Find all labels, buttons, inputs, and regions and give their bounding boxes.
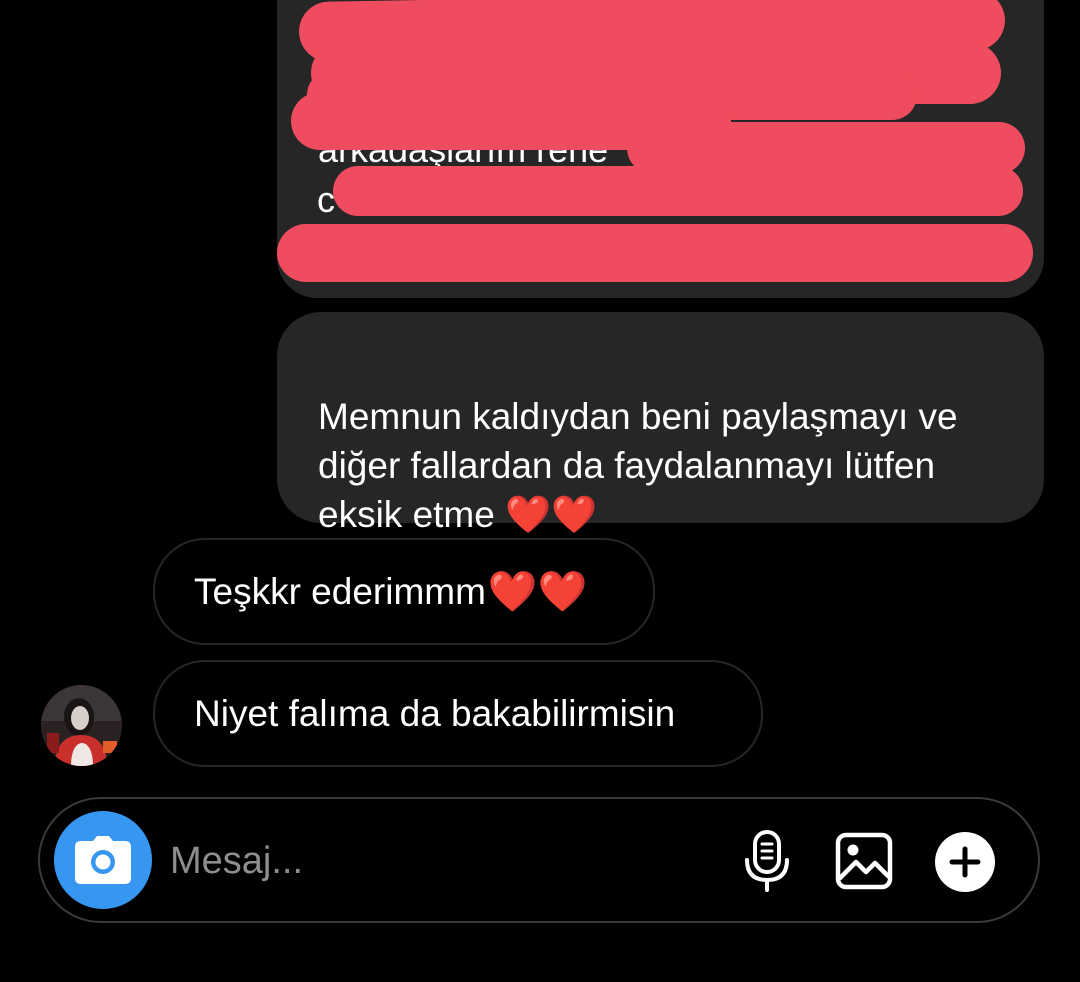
avatar-photo [41, 685, 122, 766]
plus-icon [935, 832, 995, 892]
sender-avatar[interactable] [41, 685, 122, 766]
message-composer [38, 797, 1040, 923]
redacted-message-bubble[interactable]: arkadaşlarım rene c [277, 0, 1044, 298]
microphone-icon [745, 830, 789, 892]
redaction-scribble [277, 224, 1033, 282]
incoming-message-text: Niyet falıma da bakabilirmisin [194, 692, 676, 734]
camera-icon [75, 836, 131, 884]
message-input[interactable] [170, 835, 670, 887]
gallery-button[interactable] [834, 831, 894, 891]
heart-emoji: ❤️❤️ [487, 568, 588, 615]
outgoing-message-text: Memnun kaldıydan beni paylaşmayı ve diğe… [318, 396, 958, 535]
outgoing-message-bubble[interactable]: Memnun kaldıydan beni paylaşmayı ve diğe… [277, 312, 1044, 535]
redaction-scribble [333, 166, 1023, 216]
incoming-message-text: Teşkkr ederimmm [194, 570, 486, 612]
gallery-icon [835, 832, 893, 890]
incoming-message-bubble[interactable]: Niyet falıma da bakabilirmisin [153, 660, 763, 767]
incoming-message-bubble[interactable]: Teşkkr ederimmm ❤️❤️ [153, 538, 655, 645]
camera-button[interactable] [54, 811, 152, 909]
add-button[interactable] [934, 831, 996, 893]
voice-message-button[interactable] [738, 829, 796, 893]
